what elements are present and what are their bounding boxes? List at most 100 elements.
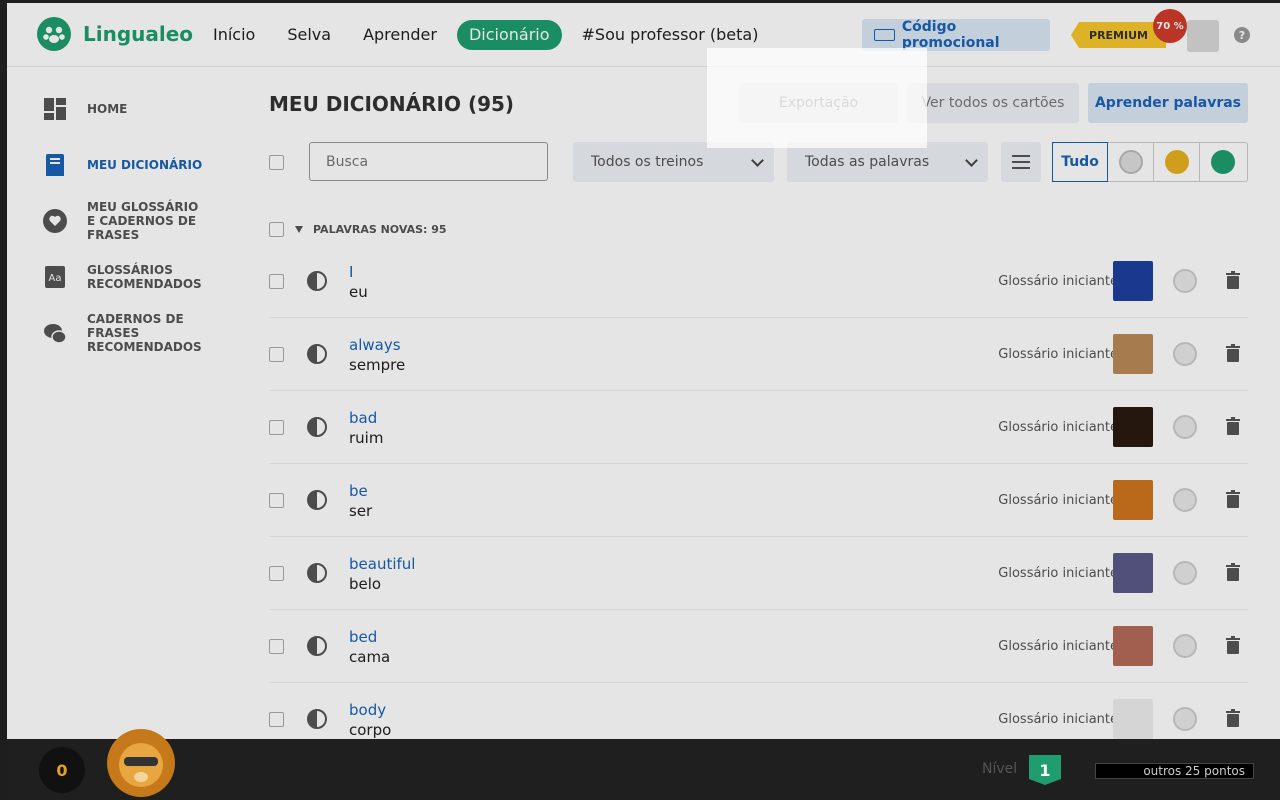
coins-counter[interactable]: 0 bbox=[39, 747, 85, 793]
trash-icon[interactable] bbox=[1226, 636, 1240, 654]
word-image bbox=[1113, 553, 1153, 593]
row-checkbox[interactable] bbox=[269, 493, 284, 508]
sidebar: HOME MEU DICIONÁRIO MEU GLOSSÁRIO E CADE… bbox=[27, 81, 227, 361]
word-english[interactable]: always bbox=[349, 336, 401, 354]
row-checkbox[interactable] bbox=[269, 566, 284, 581]
paw-gray-icon[interactable] bbox=[1173, 415, 1197, 439]
paw-gray-icon bbox=[1118, 150, 1143, 174]
view-cards-button[interactable]: Ver todos os cartões bbox=[907, 83, 1079, 123]
trash-icon[interactable] bbox=[1226, 709, 1240, 727]
trash-icon[interactable] bbox=[1226, 490, 1240, 508]
filter-new-button[interactable] bbox=[1108, 143, 1154, 181]
table-row[interactable]: beautiful belo Glossário iniciante bbox=[269, 537, 1248, 610]
paw-gray-icon[interactable] bbox=[1173, 342, 1197, 366]
premium-badge[interactable]: PREMIUM bbox=[1071, 22, 1166, 48]
nav-sou-professor[interactable]: #Sou professor (beta) bbox=[582, 20, 759, 50]
table-row[interactable]: always sempre Glossário iniciante bbox=[269, 318, 1248, 391]
row-checkbox[interactable] bbox=[269, 420, 284, 435]
trash-icon[interactable] bbox=[1226, 563, 1240, 581]
export-button[interactable]: Exportação bbox=[739, 83, 898, 123]
paw-gray-icon[interactable] bbox=[1173, 561, 1197, 585]
table-row[interactable]: bad ruim Glossário iniciante bbox=[269, 391, 1248, 464]
table-row[interactable]: bed cama Glossário iniciante bbox=[269, 610, 1248, 683]
word-english[interactable]: bad bbox=[349, 409, 377, 427]
trash-icon[interactable] bbox=[1226, 344, 1240, 362]
sidebar-item-home[interactable]: HOME bbox=[27, 81, 227, 137]
chevron-down-icon bbox=[751, 154, 764, 167]
list-view-button[interactable] bbox=[1001, 142, 1041, 182]
word-glossary: Glossário iniciante bbox=[998, 493, 1118, 508]
paw-gray-icon[interactable] bbox=[1173, 707, 1197, 731]
promo-code-button[interactable]: Código promocional bbox=[862, 19, 1050, 51]
word-glossary: Glossário iniciante bbox=[998, 712, 1118, 727]
word-image bbox=[1113, 480, 1153, 520]
trainings-select-value: Todos os treinos bbox=[591, 154, 704, 170]
progress-icon bbox=[307, 709, 327, 729]
word-image bbox=[1113, 261, 1153, 301]
avatar[interactable] bbox=[1187, 20, 1219, 52]
word-image bbox=[1113, 699, 1153, 739]
collapse-triangle-icon[interactable] bbox=[295, 226, 303, 233]
row-checkbox[interactable] bbox=[269, 639, 284, 654]
level-badge[interactable]: 1 bbox=[1029, 755, 1061, 785]
search-input[interactable] bbox=[309, 142, 548, 181]
logo-text: Lingualeo bbox=[83, 22, 194, 46]
filter-learned-button[interactable] bbox=[1200, 143, 1246, 181]
nav-selva[interactable]: Selva bbox=[287, 20, 331, 50]
progress-icon bbox=[307, 636, 327, 656]
word-image bbox=[1113, 407, 1153, 447]
sidebar-item-recommended-phrasebooks[interactable]: CADERNOS DE FRASES RECOMENDADOS bbox=[27, 305, 227, 361]
row-checkbox[interactable] bbox=[269, 274, 284, 289]
status-filters: Tudo bbox=[1052, 142, 1248, 182]
trash-icon[interactable] bbox=[1226, 417, 1240, 435]
paw-gray-icon[interactable] bbox=[1173, 269, 1197, 293]
nav-aprender[interactable]: Aprender bbox=[363, 20, 437, 50]
word-group-header: PALAVRAS NOVAS: 95 bbox=[269, 222, 447, 237]
logo[interactable]: Lingualeo bbox=[37, 17, 193, 51]
dictionary-icon bbox=[46, 154, 64, 176]
help-icon[interactable]: ? bbox=[1234, 27, 1250, 43]
word-glossary: Glossário iniciante bbox=[998, 274, 1118, 289]
paw-gray-icon[interactable] bbox=[1173, 488, 1197, 512]
sidebar-item-recommended-glossaries[interactable]: Aa GLOSSÁRIOS RECOMENDADOS bbox=[27, 249, 227, 305]
select-all-checkbox[interactable] bbox=[269, 155, 284, 170]
sidebar-item-label: CADERNOS DE FRASES RECOMENDADOS bbox=[87, 312, 202, 354]
learn-words-button[interactable]: Aprender palavras bbox=[1088, 83, 1248, 123]
sidebar-item-my-glossary[interactable]: MEU GLOSSÁRIO E CADERNOS DE FRASES bbox=[27, 193, 227, 249]
group-checkbox[interactable] bbox=[269, 222, 284, 237]
ticket-icon bbox=[874, 29, 895, 41]
row-checkbox[interactable] bbox=[269, 712, 284, 727]
filter-all-button[interactable]: Tudo bbox=[1052, 142, 1108, 182]
sidebar-item-dictionary[interactable]: MEU DICIONÁRIO bbox=[27, 137, 227, 193]
word-english[interactable]: bed bbox=[349, 628, 377, 646]
word-english[interactable]: I bbox=[349, 263, 353, 281]
word-translation: belo bbox=[349, 575, 382, 593]
lion-mascot-icon[interactable] bbox=[102, 727, 180, 800]
filter-learning-button[interactable] bbox=[1154, 143, 1200, 181]
row-checkbox[interactable] bbox=[269, 347, 284, 362]
words-select-value: Todas as palavras bbox=[805, 154, 930, 170]
word-translation: ruim bbox=[349, 429, 384, 447]
words-select[interactable]: Todas as palavras bbox=[787, 142, 988, 182]
table-row[interactable]: be ser Glossário iniciante bbox=[269, 464, 1248, 537]
sidebar-item-label: MEU GLOSSÁRIO E CADERNOS DE FRASES bbox=[87, 200, 199, 242]
nav-inicio[interactable]: Início bbox=[213, 20, 255, 50]
nav-dicionario[interactable]: Dicionário bbox=[456, 20, 562, 50]
chat-icon bbox=[44, 324, 67, 344]
paw-yellow-icon bbox=[1164, 150, 1189, 174]
word-glossary: Glossário iniciante bbox=[998, 420, 1118, 435]
word-english[interactable]: beautiful bbox=[349, 555, 415, 573]
dashboard-icon bbox=[44, 98, 66, 120]
word-english[interactable]: be bbox=[349, 482, 368, 500]
trainings-select[interactable]: Todos os treinos bbox=[573, 142, 774, 182]
progress-icon bbox=[307, 417, 327, 437]
paw-gray-icon[interactable] bbox=[1173, 634, 1197, 658]
word-english[interactable]: body bbox=[349, 701, 386, 719]
word-translation: eu bbox=[349, 283, 368, 301]
word-glossary: Glossário iniciante bbox=[998, 639, 1118, 654]
discount-badge: 70 % bbox=[1153, 9, 1187, 43]
word-image bbox=[1113, 626, 1153, 666]
trash-icon[interactable] bbox=[1226, 271, 1240, 289]
table-row[interactable]: I eu Glossário iniciante bbox=[269, 245, 1248, 318]
group-label: PALAVRAS NOVAS: 95 bbox=[313, 223, 447, 236]
